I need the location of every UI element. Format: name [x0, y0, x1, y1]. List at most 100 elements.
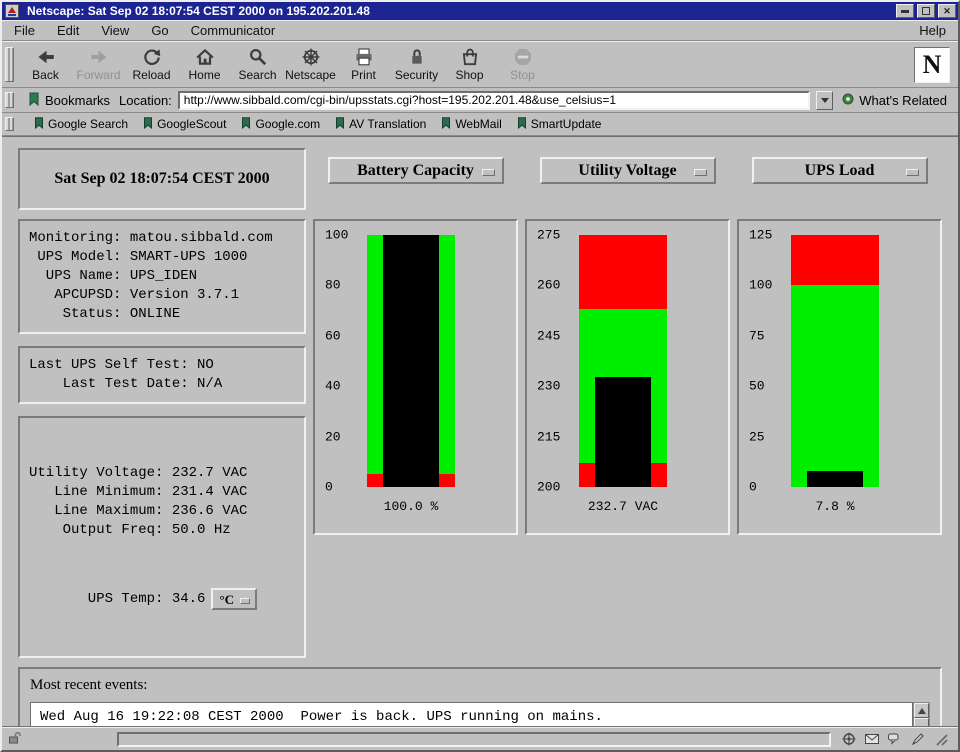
- gauge-tick-label: 215: [537, 429, 560, 444]
- events-vertical-scrollbar[interactable]: [913, 702, 930, 727]
- forward-button[interactable]: Forward: [72, 44, 125, 86]
- gauge-tick-label: 200: [537, 480, 560, 495]
- temp-unit-select[interactable]: °C: [211, 588, 257, 610]
- netscape-guide-button[interactable]: Netscape: [284, 44, 337, 86]
- voltage-lines: Utility Voltage: 232.7 VAC Line Minimum:…: [29, 464, 295, 540]
- status-message-field: [117, 732, 831, 747]
- stop-button[interactable]: Stop: [496, 44, 549, 86]
- bookmark-smartupdate[interactable]: SmartUpdate: [517, 117, 602, 132]
- monitoring-info-box: Monitoring: matou.sibbald.com UPS Model:…: [18, 219, 306, 334]
- forward-label: Forward: [76, 68, 120, 82]
- mailbox-component-icon[interactable]: [864, 731, 880, 747]
- maximize-button[interactable]: [917, 4, 935, 18]
- netscape-label: Netscape: [285, 68, 336, 82]
- back-arrow-icon: [36, 47, 56, 67]
- reload-icon: [142, 47, 162, 67]
- titlebar[interactable]: Netscape: Sat Sep 02 18:07:54 CEST 2000 …: [2, 2, 958, 20]
- events-heading: Most recent events:: [30, 677, 930, 694]
- gauge1-select-value: Battery Capacity: [357, 162, 474, 180]
- url-input[interactable]: [178, 91, 810, 110]
- selftest-info-box: Last UPS Self Test: NO Last Test Date: N…: [18, 346, 306, 404]
- bookmark-page-icon: [241, 117, 251, 132]
- whats-related-button[interactable]: What's Related: [839, 92, 950, 109]
- bookmarks-button[interactable]: Bookmarks: [25, 91, 113, 110]
- info-line: Monitoring: matou.sibbald.com: [29, 229, 295, 248]
- event-line: Wed Aug 16 19:22:08 CEST 2000 Power is b…: [40, 709, 903, 725]
- netscape-logo[interactable]: N: [914, 47, 950, 83]
- toolbar-grip[interactable]: [5, 47, 14, 82]
- bookmark-page-icon: [441, 117, 451, 132]
- shop-button[interactable]: Shop: [443, 44, 496, 86]
- menu-edit[interactable]: Edit: [55, 22, 81, 39]
- menu-help[interactable]: Help: [917, 22, 948, 39]
- info-line: Last UPS Self Test: NO: [29, 356, 295, 375]
- navigator-component-icon[interactable]: [841, 731, 857, 747]
- bookmark-page-icon: [143, 117, 153, 132]
- gauge-value-bar: [383, 235, 439, 487]
- bookmark-webmail[interactable]: WebMail: [441, 117, 501, 132]
- bookmark-page-icon: [335, 117, 345, 132]
- gauge-tick-label: 60: [325, 328, 341, 343]
- gauge-value-bar: [807, 471, 863, 487]
- bookmark-google-com[interactable]: Google.com: [241, 117, 320, 132]
- gauge-tick-label: 25: [749, 429, 765, 444]
- menu-file[interactable]: File: [12, 22, 37, 39]
- print-label: Print: [351, 68, 376, 82]
- home-button[interactable]: Home: [178, 44, 231, 86]
- info-line: Utility Voltage: 232.7 VAC: [29, 464, 295, 483]
- gauge-zone: [791, 285, 879, 487]
- location-bar-grip[interactable]: [5, 92, 14, 108]
- gauge-column: [579, 235, 667, 487]
- gauge-tick-label: 260: [537, 278, 560, 293]
- gauge-tick-label: 0: [749, 480, 757, 495]
- info-line: Status: ONLINE: [29, 305, 295, 324]
- gauge-tick-label: 125: [749, 228, 772, 243]
- menu-go[interactable]: Go: [149, 22, 170, 39]
- gauge-column: [791, 235, 879, 487]
- personal-toolbar-grip[interactable]: [5, 117, 14, 131]
- vertical-scroll-thumb[interactable]: [914, 718, 929, 727]
- gauge3-select[interactable]: UPS Load: [752, 157, 928, 184]
- search-button[interactable]: Search: [231, 44, 284, 86]
- minimize-button[interactable]: [896, 4, 914, 18]
- info-line: Line Minimum: 231.4 VAC: [29, 483, 295, 502]
- info-line: UPS Name: UPS_IDEN: [29, 267, 295, 286]
- composer-component-icon[interactable]: [910, 731, 926, 747]
- voltage-info-box: Utility Voltage: 232.7 VAC Line Minimum:…: [18, 416, 306, 658]
- security-button[interactable]: Security: [390, 44, 443, 86]
- gauge-column: [367, 235, 455, 487]
- gauge1-select[interactable]: Battery Capacity: [328, 157, 504, 184]
- gauge-tick-label: 0: [325, 480, 333, 495]
- url-history-dropdown[interactable]: [816, 91, 833, 110]
- gauge-tick-label: 80: [325, 278, 341, 293]
- gauge-value-label: 232.7 VAC: [579, 499, 667, 514]
- menu-view[interactable]: View: [99, 22, 131, 39]
- menu-communicator[interactable]: Communicator: [189, 22, 278, 39]
- scroll-up-arrow[interactable]: [914, 703, 929, 718]
- gauge-axis: 1251007550250: [749, 235, 785, 487]
- bookmark-icon: [28, 92, 40, 109]
- close-button[interactable]: ✕: [938, 4, 956, 18]
- gauge-tick-label: 20: [325, 429, 341, 444]
- browser-viewport: Sat Sep 02 18:07:54 CEST 2000 Battery Ca…: [2, 136, 958, 727]
- gauge2-select[interactable]: Utility Voltage: [540, 157, 716, 184]
- back-label: Back: [32, 68, 59, 82]
- gauge-tick-label: 75: [749, 328, 765, 343]
- bookmark-googlescout[interactable]: GoogleScout: [143, 117, 226, 132]
- temp-row: UPS Temp: 34.6 °C: [29, 588, 295, 610]
- navigation-toolbar: Back Forward Reload Home Search Netscape: [2, 41, 958, 88]
- newsgroups-component-icon[interactable]: [887, 731, 903, 747]
- back-button[interactable]: Back: [19, 44, 72, 86]
- print-button[interactable]: Print: [337, 44, 390, 86]
- reload-button[interactable]: Reload: [125, 44, 178, 86]
- ship-wheel-icon: [301, 47, 321, 67]
- component-bar: [837, 731, 953, 747]
- gauge-tick-label: 230: [537, 379, 560, 394]
- security-status-icon[interactable]: [7, 730, 21, 749]
- bookmark-google-search[interactable]: Google Search: [34, 117, 128, 132]
- gauge2-select-value: Utility Voltage: [578, 162, 676, 180]
- bookmark-av-translation[interactable]: AV Translation: [335, 117, 426, 132]
- resize-grip-icon[interactable]: [933, 731, 949, 747]
- reload-label: Reload: [132, 68, 170, 82]
- window-menu-icon[interactable]: [4, 4, 20, 18]
